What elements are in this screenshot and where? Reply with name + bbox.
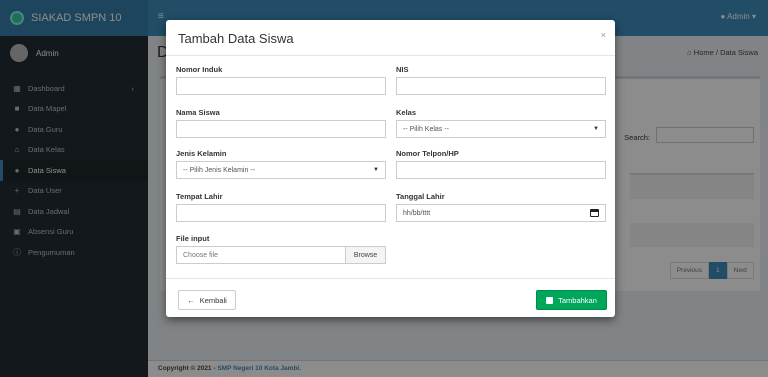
tanggal-lahir-label: Tanggal Lahir — [396, 192, 445, 201]
jenis-kelamin-select[interactable]: -- Pilih Jenis Kelamin -- ▼ — [176, 161, 386, 179]
nama-siswa-input[interactable] — [176, 120, 386, 138]
field-tempat-lahir: Tempat Lahir — [176, 192, 386, 222]
nomor-induk-input[interactable] — [176, 77, 386, 95]
nama-siswa-label: Nama Siswa — [176, 108, 220, 117]
field-tanggal-lahir: Tanggal Lahir hh/bb/tttt — [396, 192, 606, 222]
file-input[interactable]: Choose file Browse — [176, 246, 386, 264]
back-button[interactable]: ← Kembali — [178, 290, 236, 310]
modal-title: Tambah Data Siswa — [178, 31, 294, 46]
back-button-label: Kembali — [199, 295, 227, 305]
kelas-label: Kelas — [396, 108, 417, 117]
field-jenis-kelamin: Jenis Kelamin -- Pilih Jenis Kelamin -- ▼ — [176, 149, 386, 179]
field-kelas: Kelas -- Pilih Kelas -- ▼ — [396, 108, 606, 138]
jenis-kelamin-label: Jenis Kelamin — [176, 149, 227, 158]
save-icon — [546, 296, 554, 304]
field-file-input: File input Choose file Browse — [176, 234, 386, 264]
modal-footer-divider — [166, 278, 615, 279]
caret-down-icon: ▼ — [373, 167, 379, 173]
jenis-kelamin-selected: -- Pilih Jenis Kelamin -- — [183, 166, 255, 174]
field-nama-siswa: Nama Siswa — [176, 108, 386, 138]
kelas-selected: -- Pilih Kelas -- — [403, 125, 449, 133]
nis-input[interactable] — [396, 77, 606, 95]
close-icon[interactable]: × — [601, 30, 606, 40]
field-nomor-induk: Nomor Induk — [176, 65, 386, 95]
browse-button[interactable]: Browse — [345, 247, 385, 263]
add-button-label: Tambahkan — [558, 295, 597, 305]
calendar-icon[interactable] — [590, 209, 599, 217]
add-button[interactable]: Tambahkan — [536, 290, 607, 310]
file-input-label: File input — [176, 234, 210, 243]
caret-down-icon: ▼ — [593, 126, 599, 132]
nis-label: NIS — [396, 65, 409, 74]
tempat-lahir-label: Tempat Lahir — [176, 192, 223, 201]
file-placeholder: Choose file — [183, 251, 219, 259]
nomor-induk-label: Nomor Induk — [176, 65, 223, 74]
modal-header: Tambah Data Siswa × — [166, 20, 615, 56]
field-nis: NIS — [396, 65, 606, 95]
nomor-telpon-label: Nomor Telpon/HP — [396, 149, 459, 158]
kelas-select[interactable]: -- Pilih Kelas -- ▼ — [396, 120, 606, 138]
field-nomor-telpon: Nomor Telpon/HP — [396, 149, 606, 179]
tanggal-lahir-input[interactable]: hh/bb/tttt — [396, 204, 606, 222]
arrow-left-icon: ← — [187, 295, 195, 305]
tempat-lahir-input[interactable] — [176, 204, 386, 222]
add-student-modal: Tambah Data Siswa × Nomor Induk NIS Nama… — [166, 20, 615, 317]
tanggal-lahir-placeholder: hh/bb/tttt — [403, 209, 431, 217]
nomor-telpon-input[interactable] — [396, 161, 606, 179]
